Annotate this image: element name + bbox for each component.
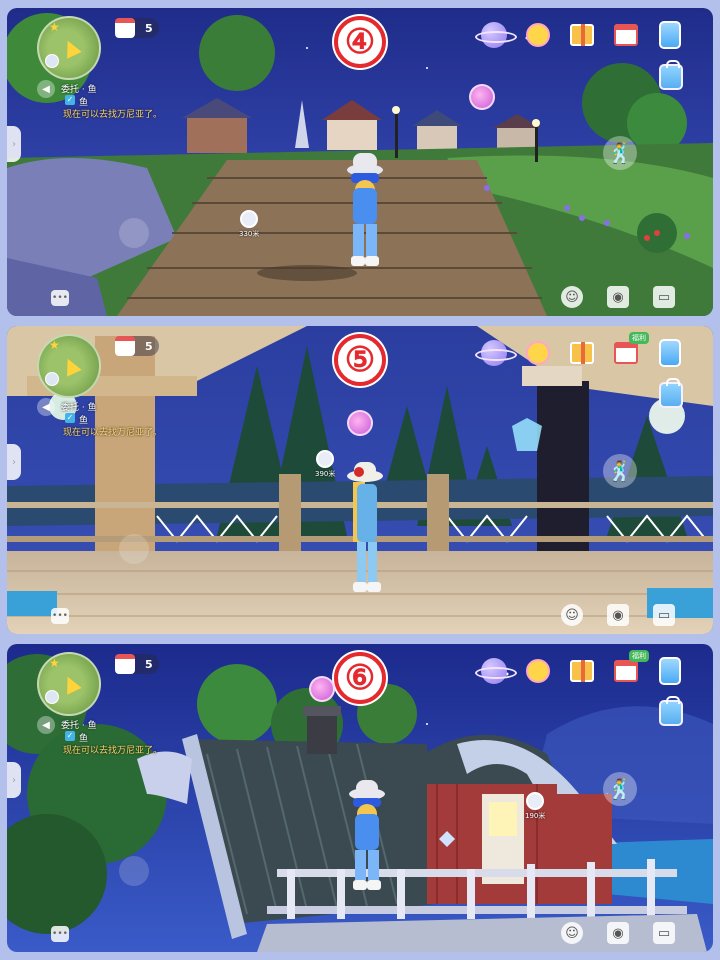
gift-bubble[interactable]	[309, 676, 335, 702]
planet-icon[interactable]	[475, 336, 517, 370]
emote-icon[interactable]: ☺	[561, 286, 583, 308]
star-icon: ★	[49, 656, 60, 670]
calendar-count: 5	[145, 657, 153, 671]
basket-icon[interactable]: 福利	[609, 332, 649, 370]
joystick[interactable]	[119, 856, 149, 886]
gift-bubble[interactable]	[469, 84, 495, 110]
quest-title: 委托 · 鱼	[61, 721, 97, 731]
calendar-count: 5	[145, 339, 153, 353]
step-number-badge: ④	[334, 16, 386, 68]
npc-avatar-icon	[45, 690, 59, 704]
side-drawer-tab[interactable]: ›	[7, 126, 21, 162]
npc-marker[interactable]: 390米	[315, 450, 335, 479]
marker-distance: 190米	[525, 812, 546, 820]
gift-icon[interactable]	[565, 654, 599, 688]
backpack-icon[interactable]	[659, 378, 683, 408]
phone-icon[interactable]	[653, 654, 687, 688]
top-right-menu: 福利	[475, 332, 687, 370]
quest-description[interactable]: 现在可以去找万尼亚了。	[63, 743, 162, 756]
npc-face-icon	[316, 450, 335, 468]
toolbox-icon[interactable]: ▭	[653, 286, 675, 308]
npc-face-icon	[240, 210, 259, 228]
camera-icon[interactable]: ◉	[607, 922, 629, 944]
backpack-icon[interactable]	[659, 696, 683, 726]
top-right-menu	[475, 18, 687, 52]
player-arrow-icon	[60, 355, 82, 377]
chat-icon[interactable]: •••	[51, 608, 69, 624]
gift-icon[interactable]	[565, 336, 599, 370]
collapse-quest-button[interactable]: ◀	[37, 80, 55, 98]
minimap[interactable]: ★	[37, 334, 101, 398]
camera-icon[interactable]: ◉	[607, 286, 629, 308]
marker-distance: 330米	[239, 230, 260, 238]
collapse-quest-button[interactable]: ◀	[37, 398, 55, 416]
quest-title: 委托 · 鱼	[61, 403, 97, 413]
game-panel-5: ★ 5 ⑤ ◀ 委托 · 鱼 ✓ 鱼 现在可以去找万尼亚了。 › 福利 390米…	[7, 326, 713, 634]
planet-icon[interactable]	[475, 18, 517, 52]
minimap[interactable]: ★	[37, 16, 101, 80]
npc-avatar-icon	[45, 54, 59, 68]
camera-icon[interactable]: ◉	[607, 604, 629, 626]
quest-title: 委托 · 鱼	[61, 85, 97, 95]
check-icon: ✓	[65, 95, 75, 105]
check-icon: ✓	[65, 413, 75, 423]
collapse-quest-button[interactable]: ◀	[37, 716, 55, 734]
step-number-badge: ⑤	[334, 334, 386, 386]
chat-icon[interactable]: •••	[51, 290, 69, 306]
npc-avatar-icon	[45, 372, 59, 386]
top-right-menu: 福利	[475, 650, 687, 688]
side-drawer-tab[interactable]: ›	[7, 444, 21, 480]
calendar-counter[interactable]: 5	[115, 336, 159, 356]
basket-icon[interactable]	[609, 18, 643, 52]
calendar-icon	[115, 654, 135, 674]
npc-marker[interactable]: 330米	[239, 210, 259, 239]
bird-icon[interactable]	[521, 336, 555, 370]
dance-icon[interactable]: 🕺	[603, 136, 637, 170]
phone-icon[interactable]	[653, 18, 687, 52]
step-number-badge: ⑥	[334, 652, 386, 704]
phone-icon[interactable]	[653, 336, 687, 370]
quest-description[interactable]: 现在可以去找万尼亚了。	[63, 425, 162, 438]
toolbox-icon[interactable]: ▭	[653, 604, 675, 626]
bird-icon[interactable]	[521, 18, 555, 52]
star-icon: ★	[49, 20, 60, 34]
player-arrow-icon	[60, 673, 82, 695]
calendar-icon	[115, 336, 135, 356]
dance-icon[interactable]: 🕺	[603, 772, 637, 806]
gift-icon[interactable]	[565, 18, 599, 52]
dance-icon[interactable]: 🕺	[603, 454, 637, 488]
basket-icon[interactable]: 福利	[609, 650, 649, 688]
calendar-counter[interactable]: 5	[115, 654, 159, 674]
planet-icon[interactable]	[475, 654, 517, 688]
toolbox-icon[interactable]: ▭	[653, 922, 675, 944]
joystick[interactable]	[119, 534, 149, 564]
gift-bubble[interactable]	[347, 410, 373, 436]
game-panel-4: ★ 5 ④ ◀ 委托 · 鱼 ✓ 鱼 现在可以去找万尼亚了。 › 330米 🕺 …	[7, 8, 713, 316]
bottom-action-bar: ☺ ◉ ▭	[561, 922, 675, 944]
emote-icon[interactable]: ☺	[561, 922, 583, 944]
backpack-icon[interactable]	[659, 60, 683, 90]
joystick[interactable]	[119, 218, 149, 248]
bottom-action-bar: ☺ ◉ ▭	[561, 286, 675, 308]
bird-icon[interactable]	[521, 654, 555, 688]
npc-marker[interactable]: 190米	[525, 792, 545, 821]
calendar-icon	[115, 18, 135, 38]
chat-icon[interactable]: •••	[51, 926, 69, 942]
emote-icon[interactable]: ☺	[561, 604, 583, 626]
check-icon: ✓	[65, 731, 75, 741]
side-drawer-tab[interactable]: ›	[7, 762, 21, 798]
player-arrow-icon	[60, 37, 82, 59]
marker-distance: 390米	[315, 470, 336, 478]
quest-description[interactable]: 现在可以去找万尼亚了。	[63, 107, 162, 120]
game-panel-6: ★ 5 ⑥ ◀ 委托 · 鱼 ✓ 鱼 现在可以去找万尼亚了。 › 福利 190米…	[7, 644, 713, 952]
basket-tag: 福利	[629, 650, 649, 662]
calendar-counter[interactable]: 5	[115, 18, 159, 38]
minimap[interactable]: ★	[37, 652, 101, 716]
screenshot-collage: ★ 5 ④ ◀ 委托 · 鱼 ✓ 鱼 现在可以去找万尼亚了。 › 330米 🕺 …	[0, 0, 720, 960]
bottom-action-bar: ☺ ◉ ▭	[561, 604, 675, 626]
calendar-count: 5	[145, 21, 153, 35]
npc-face-icon	[526, 792, 545, 810]
basket-tag: 福利	[629, 332, 649, 344]
star-icon: ★	[49, 338, 60, 352]
